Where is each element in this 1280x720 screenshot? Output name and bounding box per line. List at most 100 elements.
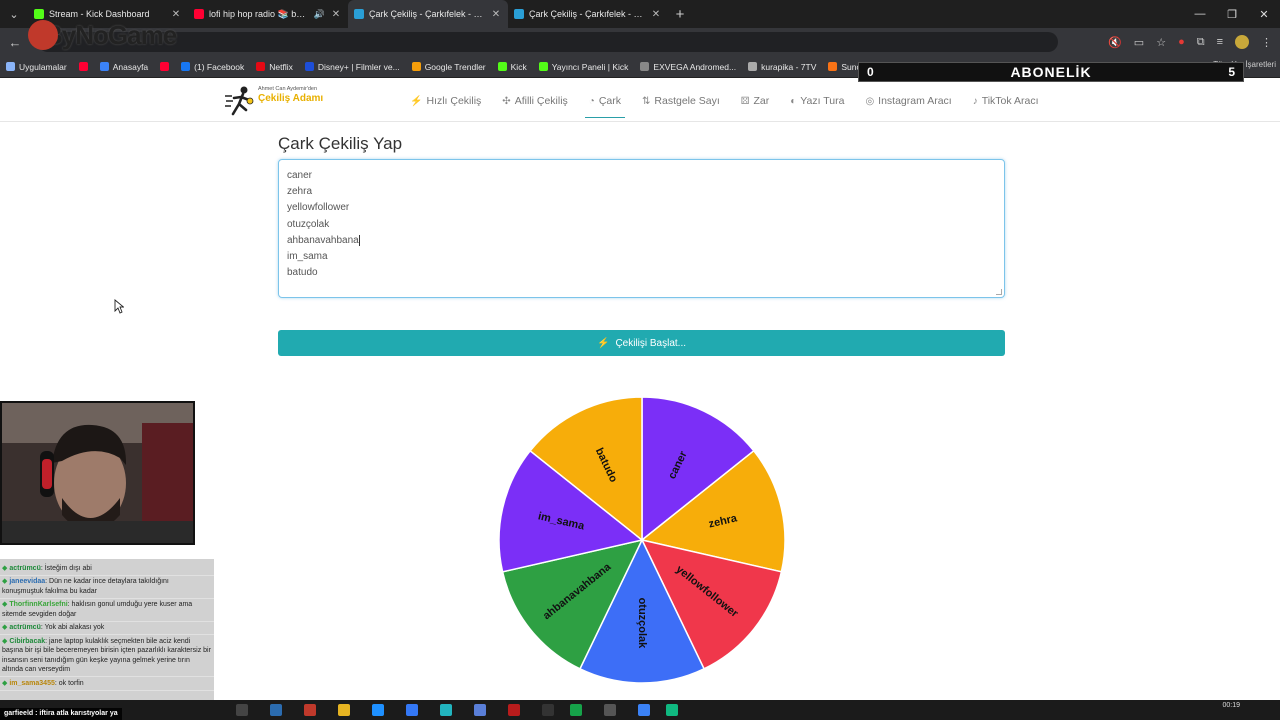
chat-username[interactable]: im_sama3455	[9, 680, 55, 687]
browser-tab[interactable]: Çark Çekiliş - Çarkıfelek - Hızlı Ç ✕	[348, 0, 508, 28]
chat-message: ◆ Cibirbacak: jane laptop kulaklık seçme…	[0, 635, 214, 677]
bookmark-label: Disney+ | Filmler ve...	[317, 61, 400, 72]
reading-list-icon[interactable]: ≡	[1217, 36, 1223, 48]
browser-tab[interactable]: lofi hip hop radio 📚 beats 🔊 ✕	[188, 0, 348, 28]
address-bar[interactable]	[38, 32, 1058, 52]
bookmark-star-icon[interactable]: ☆	[1156, 36, 1166, 49]
chat-username[interactable]: Cibirbacak	[9, 638, 45, 645]
site-brand-logo[interactable]: Ahmet Can Aydemir'den Çekiliş Adamı	[224, 84, 328, 118]
taskbar-explorer-icon[interactable]	[338, 704, 350, 716]
bookmark-item[interactable]: EXVEGA Andromed...	[640, 62, 736, 72]
taskbar-start-icon[interactable]	[236, 704, 248, 716]
bookmark-item[interactable]: Google Trendler	[411, 62, 486, 72]
bookmark-item[interactable]: Kick	[497, 62, 527, 72]
taskbar-app6-icon[interactable]	[570, 704, 582, 716]
taskbar-chrome-icon[interactable]	[304, 704, 316, 716]
prize-wheel[interactable]: canerzehrayellowfollowerotuzçolakahbanav…	[496, 394, 788, 686]
webcam-feed	[2, 403, 193, 543]
bookmark-item[interactable]	[78, 62, 88, 71]
start-draw-button[interactable]: ⚡ Çekilişi Başlat...	[278, 330, 1005, 356]
bookmark-item[interactable]: Uygulamalar	[6, 62, 67, 72]
nav-link[interactable]: ⚡ Hızlı Çekiliş	[410, 89, 481, 113]
chat-username[interactable]: ThorfinnKarlsefni	[9, 601, 67, 608]
tab-close-icon[interactable]: ✕	[170, 9, 182, 20]
sub-goal-label: ABONELİK	[1010, 64, 1092, 80]
menu-kebab-icon[interactable]: ⋮	[1261, 36, 1272, 49]
taskbar-edge-icon[interactable]	[270, 704, 282, 716]
taskbar-app2-icon[interactable]	[440, 704, 452, 716]
cast-icon[interactable]: ▭	[1134, 36, 1144, 49]
restore-icon[interactable]: ❐	[1216, 0, 1248, 28]
nav-link[interactable]: ◎ Instagram Aracı	[865, 89, 951, 113]
nav-link[interactable]: ✣ Afilli Çekiliş	[502, 89, 567, 113]
bookmark-label: (1) Facebook	[194, 61, 245, 72]
tab-title: Çark Çekiliş - Çarkıfelek - Hızlı Ç	[369, 9, 485, 19]
tab-close-icon[interactable]: ✕	[490, 9, 502, 20]
taskbar-app4-icon[interactable]	[508, 704, 520, 716]
taskbar-app8-icon[interactable]	[638, 704, 650, 716]
new-tab-button[interactable]: +	[668, 6, 692, 23]
browser-tab[interactable]: Çark Çekiliş - Çarkıfelek - Hızlı Ç ✕	[508, 0, 668, 28]
taskbar-store-icon[interactable]	[372, 704, 384, 716]
bookmark-item[interactable]: Netflix	[256, 62, 293, 72]
chat-username[interactable]: actrümcü	[9, 624, 41, 631]
chat-message: ◆ actrümcü: İsteğim dışı abi	[0, 562, 214, 576]
taskbar-app-icon[interactable]	[406, 704, 418, 716]
nav-link[interactable]: ◐ Yazı Tura	[790, 89, 844, 113]
chat-username[interactable]: actrümcü	[9, 565, 41, 572]
bookmark-item[interactable]: Anasayfa	[99, 62, 148, 72]
streamer-logo-overlay: ByNoGame	[28, 20, 177, 52]
profile-avatar[interactable]	[1235, 35, 1249, 49]
bookmark-favicon-icon	[828, 62, 838, 71]
extensions-puzzle-icon[interactable]: ⧉	[1197, 36, 1205, 49]
logo-emblem-icon	[28, 20, 58, 51]
chat-text: : İsteğim dışı abi	[40, 564, 92, 572]
bookmark-label: Uygulamalar	[19, 61, 67, 72]
start-draw-label: Çekilişi Başlat...	[615, 337, 687, 349]
brand-subtitle: Ahmet Can Aydemir'den	[258, 86, 318, 92]
nav-link-label: Instagram Aracı	[878, 95, 952, 107]
nav-link-label: Hızlı Çekiliş	[426, 95, 482, 107]
bookmark-label: kurapika - 7TV	[761, 61, 817, 72]
taskbar-app7-icon[interactable]	[604, 704, 616, 716]
nav-link[interactable]: ⇅ Rastgele Sayı	[642, 89, 720, 113]
running-man-icon	[225, 86, 254, 116]
tab-title: Stream - Kick Dashboard	[49, 9, 150, 19]
minimize-icon[interactable]: —	[1184, 0, 1216, 28]
chat-username[interactable]: janeevidaa	[9, 578, 45, 585]
window-controls: — ❐ ✕	[1184, 0, 1280, 28]
bookmark-favicon-icon	[497, 62, 507, 71]
back-arrow-icon[interactable]: ←	[0, 35, 30, 50]
tab-search-icon[interactable]: ⌄	[0, 0, 28, 28]
nav-link[interactable]: ♪ TikTok Aracı	[973, 89, 1039, 113]
bookmark-item[interactable]: Yayıncı Paneli | Kick	[538, 62, 628, 72]
tab-audio-icon[interactable]: 🔊	[314, 9, 325, 20]
bookmark-favicon-icon	[640, 62, 650, 71]
bookmark-item[interactable]: kurapika - 7TV	[748, 62, 816, 72]
site-navbar: Ahmet Can Aydemir'den Çekiliş Adamı ⚡ Hız…	[0, 80, 1280, 122]
entries-textarea[interactable]: caner zehra yellowfollower otuzçolak ahbanav…	[278, 159, 1005, 298]
browser-tab-bar: ⌄ Stream - Kick Dashboard ✕ lofi hip hop r…	[0, 0, 1280, 28]
taskbar-app9-icon[interactable]	[666, 704, 678, 716]
entry-line: im_sama	[287, 249, 996, 265]
os-taskbar: 00:19	[0, 700, 1280, 720]
taskbar-app5-icon[interactable]	[542, 704, 554, 716]
tab-close-icon[interactable]: ✕	[330, 9, 342, 20]
tab-close-icon[interactable]: ✕	[650, 9, 662, 20]
nav-link[interactable]: ◔ Çark	[584, 89, 626, 118]
resize-grip-icon[interactable]	[996, 289, 1002, 295]
tab-favicon-icon	[194, 9, 204, 19]
nav-link-label: Çark	[598, 95, 621, 107]
bookmark-item[interactable]	[160, 62, 170, 71]
bookmark-item[interactable]: Disney+ | Filmler ve...	[304, 61, 400, 72]
nav-link-label: Afilli Çekiliş	[514, 95, 568, 107]
subscriber-goal-overlay: 0 ABONELİK 5	[858, 62, 1244, 82]
bookmark-item[interactable]: (1) Facebook	[181, 62, 244, 72]
extension-record-icon[interactable]: ●	[1178, 36, 1185, 48]
entry-line: zehra	[287, 184, 996, 200]
bookmark-favicon-icon	[99, 62, 109, 71]
mute-site-icon[interactable]: 🔇	[1108, 36, 1122, 49]
close-window-icon[interactable]: ✕	[1248, 0, 1280, 28]
taskbar-app3-icon[interactable]	[474, 704, 486, 716]
nav-link[interactable]: ⚄ Zar	[741, 89, 769, 113]
